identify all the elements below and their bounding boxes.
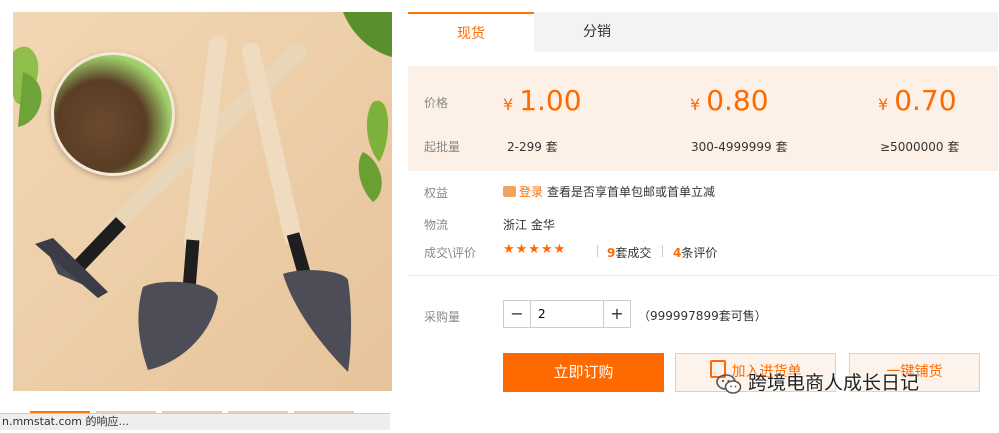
quantity-label: 采购量 — [424, 310, 461, 324]
quantity-stepper: − + — [503, 300, 631, 328]
price-value: 0.70 — [894, 84, 957, 117]
moq-label: 起批量 — [424, 140, 461, 154]
review-suffix: 条评价 — [681, 246, 718, 260]
tier-range-3: ≥5000000 套 — [880, 140, 960, 154]
login-link[interactable]: 登录 — [519, 185, 543, 199]
quantity-input[interactable] — [532, 302, 608, 326]
separator — [662, 245, 663, 257]
tier-range-1: 2-299 套 — [507, 140, 558, 154]
price-value: 1.00 — [519, 84, 582, 117]
rights-label: 权益 — [424, 186, 449, 200]
price-value: 0.80 — [706, 84, 769, 117]
reviews-label: 成交\评价 — [424, 246, 477, 260]
offer-tabs: 现货 分销 — [408, 12, 998, 52]
price-panel — [408, 66, 998, 171]
buy-now-button[interactable]: 立即订购 — [503, 353, 664, 392]
review-count[interactable]: 4条评价 — [673, 244, 717, 261]
plus-icon[interactable]: + — [603, 301, 630, 327]
currency-symbol: ¥ — [878, 95, 889, 114]
rating-stars: ★★★★★ — [503, 242, 567, 257]
minus-icon[interactable]: − — [504, 301, 531, 327]
logistics-label: 物流 — [424, 218, 449, 232]
browser-status-bar: n.mmstat.com 的响应... — [0, 413, 390, 430]
coupon-icon — [503, 186, 516, 197]
tier-price-1: ¥1.00 — [503, 84, 582, 117]
tier-price-3: ¥0.70 — [878, 84, 957, 117]
separator — [597, 245, 598, 257]
logistics-value: 浙江 金华 — [503, 218, 555, 232]
rights-row: 登录 查看是否享首单包邮或首单立减 — [503, 183, 715, 200]
currency-symbol: ¥ — [690, 95, 701, 114]
wechat-logo — [716, 373, 742, 394]
price-label: 价格 — [424, 96, 449, 110]
watermark: 跨境电商人成长日记 — [716, 368, 976, 398]
tier-range-2: 300-4999999 套 — [691, 140, 788, 154]
stock-note: （999997899套可售） — [638, 309, 767, 323]
rights-text: 查看是否享首单包邮或首单立减 — [547, 185, 716, 199]
tier-price-2: ¥0.80 — [690, 84, 769, 117]
section-divider — [408, 275, 998, 276]
watermark-text: 跨境电商人成长日记 — [748, 372, 920, 394]
currency-symbol: ¥ — [503, 95, 514, 114]
tab-distribution[interactable]: 分销 — [534, 12, 660, 52]
product-main-image — [13, 12, 392, 391]
deals-count[interactable]: 9套成交 — [607, 244, 651, 261]
tab-spot[interactable]: 现货 — [408, 12, 534, 52]
deals-suffix: 套成交 — [615, 246, 652, 260]
product-inset-circle — [51, 52, 175, 176]
